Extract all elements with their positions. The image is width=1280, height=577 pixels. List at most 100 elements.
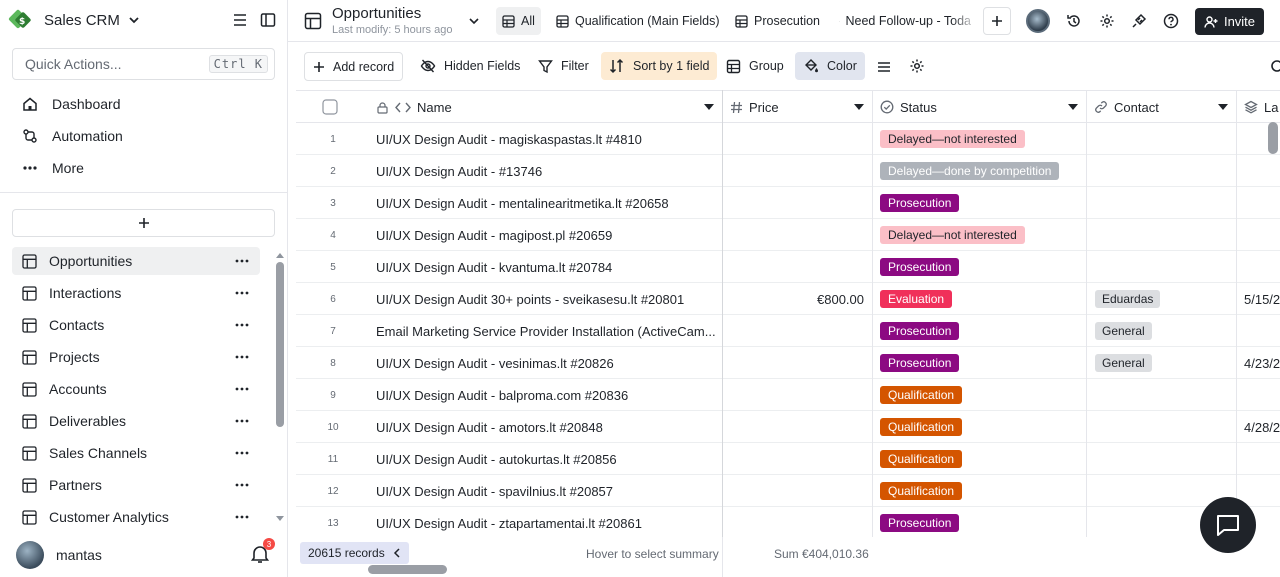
cell-price[interactable] (724, 123, 864, 155)
table-row[interactable]: 12 UI/UX Design Audit - spavilnius.lt #20… (296, 475, 1280, 507)
search-icon[interactable] (1270, 59, 1280, 75)
caret-down-icon[interactable] (1218, 104, 1228, 110)
sidebar-item-accounts[interactable]: Accounts (12, 375, 260, 403)
cell-name[interactable]: UI/UX Design Audit - mentalinearitmetika… (376, 187, 722, 219)
sidebar-toggle-icon[interactable] (260, 12, 276, 28)
column-divider[interactable] (1086, 90, 1087, 537)
more-options-icon[interactable] (232, 387, 252, 391)
add-record-button[interactable]: Add record (304, 52, 404, 81)
cell-name[interactable]: UI/UX Design Audit - amotors.lt #20848 (376, 411, 722, 443)
cell-name[interactable]: UI/UX Design Audit - autokurtas.lt #2085… (376, 443, 722, 475)
help-icon[interactable] (1163, 13, 1179, 29)
add-view-button[interactable] (983, 7, 1011, 35)
filter-button[interactable]: Filter (530, 52, 597, 80)
caret-down-icon[interactable] (704, 104, 714, 110)
cell-date[interactable]: 5/15/2 (1244, 283, 1280, 315)
menu-icon[interactable] (232, 12, 248, 28)
table-row[interactable]: 9 UI/UX Design Audit - balproma.com #2083… (296, 379, 1280, 411)
scroll-down-icon[interactable] (276, 516, 284, 522)
scroll-thumb[interactable] (276, 262, 284, 427)
status-badge[interactable]: Prosecution (880, 354, 960, 372)
cell-name[interactable]: UI/UX Design Audit - magipost.pl #20659 (376, 219, 722, 251)
more-options-icon[interactable] (232, 355, 252, 359)
cell-name[interactable]: UI/UX Design Audit - balproma.com #20836 (376, 379, 722, 411)
nav-dashboard[interactable]: Dashboard (12, 88, 276, 120)
contact-tag[interactable]: Eduardas (1095, 290, 1161, 308)
status-badge[interactable]: Prosecution (880, 258, 960, 276)
price-sum[interactable]: Sum €404,010.36 (774, 547, 869, 561)
cell-price[interactable] (724, 443, 864, 475)
status-badge[interactable]: Prosecution (880, 514, 960, 532)
hidden-fields-button[interactable]: Hidden Fields (412, 52, 528, 80)
column-header-price[interactable]: Price (730, 91, 872, 123)
view-tab-qualification[interactable]: Qualification (Main Fields) (550, 7, 726, 35)
integrations-plug-icon[interactable] (1131, 13, 1147, 29)
summary-hint[interactable]: Hover to select summary (586, 547, 719, 561)
group-button[interactable]: Group (718, 52, 792, 80)
table-row[interactable]: 1 UI/UX Design Audit - magiskaspastas.lt … (296, 123, 1280, 155)
sidebar-item-projects[interactable]: Projects (12, 343, 260, 371)
status-badge[interactable]: Delayed—done by competition (880, 162, 1060, 180)
status-badge[interactable]: Delayed—not interested (880, 226, 1025, 244)
sidebar-scrollbar[interactable] (276, 252, 284, 522)
status-badge[interactable]: Qualification (880, 386, 963, 404)
row-height-icon[interactable] (877, 60, 891, 74)
table-row[interactable]: 7 Email Marketing Service Provider Instal… (296, 315, 1280, 347)
sidebar-item-deliverables[interactable]: Deliverables (12, 407, 260, 435)
chat-button[interactable] (1200, 497, 1256, 553)
cell-name[interactable]: UI/UX Design Audit - vesinimas.lt #20826 (376, 347, 722, 379)
cell-price[interactable] (724, 315, 864, 347)
cell-name[interactable]: Email Marketing Service Provider Install… (376, 315, 722, 347)
status-badge[interactable]: Prosecution (880, 194, 960, 212)
horizontal-scrollbar[interactable] (368, 565, 447, 574)
chevron-down-icon[interactable] (468, 15, 480, 27)
sidebar-item-interactions[interactable]: Interactions (12, 279, 260, 307)
scroll-up-icon[interactable] (276, 252, 284, 258)
more-options-icon[interactable] (232, 483, 252, 487)
cell-price[interactable]: €800.00 (724, 283, 864, 315)
cell-price[interactable] (724, 411, 864, 443)
more-options-icon[interactable] (232, 451, 252, 455)
cell-name[interactable]: UI/UX Design Audit - spavilnius.lt #2085… (376, 475, 722, 507)
sidebar-item-opportunities[interactable]: Opportunities (12, 247, 260, 275)
more-options-icon[interactable] (232, 259, 252, 263)
cell-price[interactable] (724, 379, 864, 411)
cell-price[interactable] (724, 187, 864, 219)
cell-price[interactable] (724, 347, 864, 379)
sidebar-item-sales-channels[interactable]: Sales Channels (12, 439, 260, 467)
history-icon[interactable] (1066, 13, 1082, 29)
table-row[interactable]: 2 UI/UX Design Audit - #13746 Delayed—done… (296, 155, 1280, 187)
table-row[interactable]: 11 UI/UX Design Audit - autokurtas.lt #20… (296, 443, 1280, 475)
table-row[interactable]: 3 UI/UX Design Audit - mentalinearitmetik… (296, 187, 1280, 219)
cell-name[interactable]: UI/UX Design Audit - magiskaspastas.lt #… (376, 123, 722, 155)
column-header-status[interactable]: Status (880, 91, 1086, 123)
table-row[interactable]: 6 UI/UX Design Audit 30+ points - sveikas… (296, 283, 1280, 315)
add-table-button[interactable] (12, 209, 275, 237)
cell-price[interactable] (724, 155, 864, 187)
table-row[interactable]: 13 UI/UX Design Audit - ztapartamentai.lt… (296, 507, 1280, 537)
more-options-icon[interactable] (232, 515, 252, 519)
table-row[interactable]: 4 UI/UX Design Audit - magipost.pl #20659… (296, 219, 1280, 251)
cell-price[interactable] (724, 507, 864, 537)
status-badge[interactable]: Qualification (880, 418, 963, 436)
table-row[interactable]: 10 UI/UX Design Audit - amotors.lt #20848… (296, 411, 1280, 443)
table-row[interactable]: 5 UI/UX Design Audit - kvantuma.lt #20784… (296, 251, 1280, 283)
view-tab-prosecution[interactable]: Prosecution (729, 7, 826, 35)
vertical-scrollbar[interactable] (1268, 122, 1278, 154)
status-badge[interactable]: Delayed—not interested (880, 130, 1025, 148)
sidebar-item-contacts[interactable]: Contacts (12, 311, 260, 339)
more-options-icon[interactable] (232, 291, 252, 295)
column-header-name[interactable]: Name (376, 91, 722, 123)
caret-down-icon[interactable] (854, 104, 864, 110)
invite-button[interactable]: Invite (1195, 8, 1264, 35)
nav-automation[interactable]: Automation (12, 120, 276, 152)
view-tab-all[interactable]: All (496, 7, 541, 35)
workspace-switcher[interactable]: $ Sales CRM (8, 8, 140, 32)
sidebar-item-partners[interactable]: Partners (12, 471, 260, 499)
cell-price[interactable] (724, 251, 864, 283)
status-badge[interactable]: Qualification (880, 482, 963, 500)
sort-button[interactable]: Sort by 1 field (601, 52, 718, 80)
cell-date[interactable]: 4/23/2 (1244, 347, 1280, 379)
cell-price[interactable] (724, 475, 864, 507)
caret-down-icon[interactable] (1068, 104, 1078, 110)
